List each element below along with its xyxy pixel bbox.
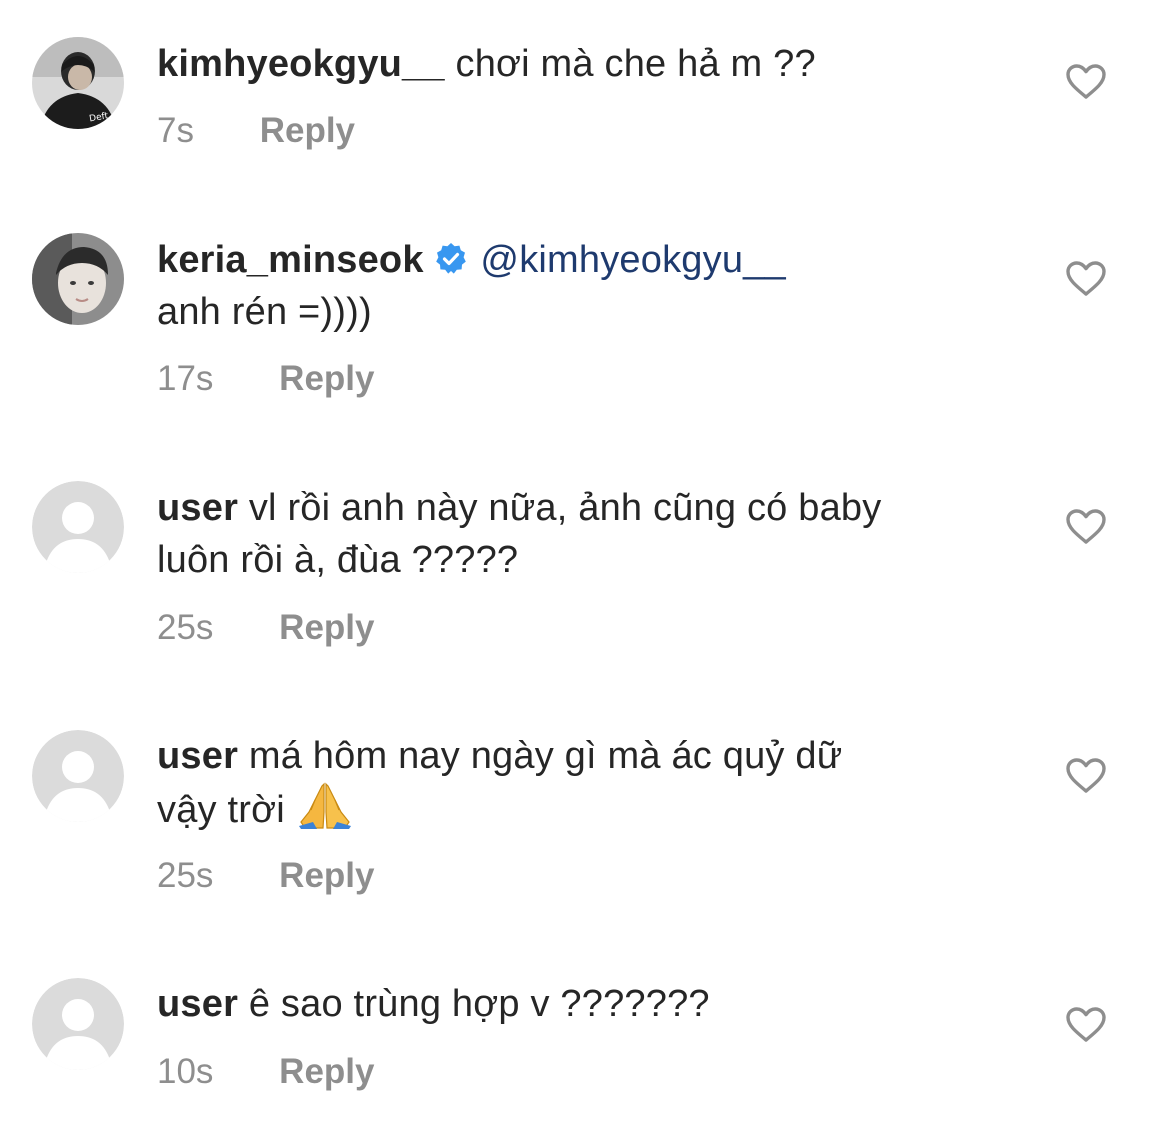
avatar-logo-text: Deft <box>89 111 110 124</box>
comment-username[interactable]: user <box>157 735 238 777</box>
verified-badge-icon <box>434 238 468 274</box>
reply-button[interactable]: Reply <box>260 111 355 151</box>
comment-username[interactable]: user <box>157 983 238 1025</box>
folded-hands-icon <box>295 782 355 830</box>
comment-text: vl rồi anh này nữa, ảnh cũng có baby <box>248 487 882 529</box>
comment-text: anh rén =)))) <box>157 291 372 333</box>
comment-meta: 10s Reply <box>157 1052 374 1092</box>
comment-body: keria_minseok @kimhyeokgyu__ anh rén =))… <box>157 234 1017 338</box>
comment-timestamp: 7s <box>157 111 194 150</box>
default-avatar-icon[interactable] <box>32 978 124 1070</box>
comment-timestamp: 25s <box>157 856 214 895</box>
comment-body: user má hôm nay ngày gì mà ác quỷ dữ vậy… <box>157 730 1017 836</box>
default-avatar-icon[interactable] <box>32 481 124 573</box>
default-avatar-icon[interactable] <box>32 730 124 822</box>
comment-body: user ê sao trùng hợp v ??????? <box>157 978 1017 1030</box>
comment-mention-link[interactable]: @kimhyeokgyu__ <box>480 239 785 281</box>
heart-outline-icon[interactable] <box>1066 758 1106 794</box>
heart-outline-icon[interactable] <box>1066 261 1106 297</box>
reply-button[interactable]: Reply <box>279 359 374 399</box>
comment-text: má hôm nay ngày gì mà ác quỷ dữ <box>248 735 843 777</box>
reply-button[interactable]: Reply <box>279 608 374 648</box>
avatar[interactable]: Deft <box>32 37 124 129</box>
comment-meta: 17s Reply <box>157 359 374 399</box>
comment-meta: 25s Reply <box>157 608 374 648</box>
comment-timestamp: 17s <box>157 359 214 398</box>
heart-outline-icon[interactable] <box>1066 509 1106 545</box>
comment-text: ê sao trùng hợp v ??????? <box>248 983 710 1025</box>
comment-body: kimhyeokgyu__ chơi mà che hả m ?? <box>157 38 1017 90</box>
comment-meta: 7s Reply <box>157 111 355 151</box>
comment-username[interactable]: user <box>157 487 238 529</box>
avatar[interactable] <box>32 233 124 325</box>
heart-outline-icon[interactable] <box>1066 64 1106 100</box>
heart-outline-icon[interactable] <box>1066 1007 1106 1043</box>
avatar-photo <box>32 233 124 325</box>
reply-button[interactable]: Reply <box>279 1052 374 1092</box>
comment-timestamp: 25s <box>157 608 214 647</box>
comment-text-continued: luôn rồi à, đùa ????? <box>157 539 519 581</box>
comment-text: chơi mà che hả m ?? <box>455 43 816 85</box>
comment-meta: 25s Reply <box>157 856 374 896</box>
avatar-photo: Deft <box>32 37 124 129</box>
comment-timestamp: 10s <box>157 1052 214 1091</box>
comment-username[interactable]: keria_minseok <box>157 239 424 281</box>
comment-username[interactable]: kimhyeokgyu__ <box>157 43 445 85</box>
reply-button[interactable]: Reply <box>279 856 374 896</box>
comment-body: user vl rồi anh này nữa, ảnh cũng có bab… <box>157 482 1017 586</box>
comment-text-continued: vậy trời <box>157 789 285 831</box>
